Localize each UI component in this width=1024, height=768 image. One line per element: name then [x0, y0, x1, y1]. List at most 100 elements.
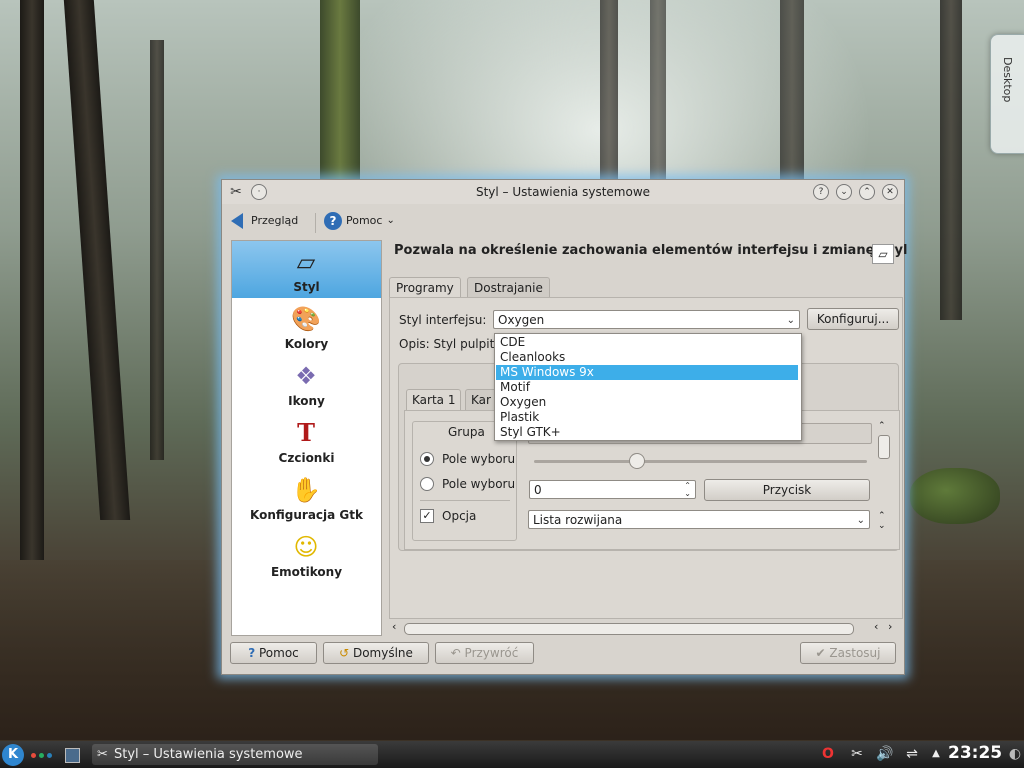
scissors-icon[interactable]: ✂	[848, 745, 866, 763]
style-description: Opis: Styl pulpit	[399, 337, 495, 351]
preview-vertical-scrollbar[interactable]: ⌃ ⌃ ⌄	[876, 421, 890, 533]
chevron-down-icon[interactable]: ⌄	[878, 521, 886, 531]
activity-dot-icon[interactable]	[31, 753, 36, 758]
chevron-left-icon[interactable]: ‹	[392, 620, 396, 633]
scrollbar-thumb[interactable]	[878, 435, 890, 459]
sidebar-item-fonts[interactable]: T Czcionki	[232, 412, 381, 469]
widget-style-value: Oxygen	[498, 313, 545, 327]
apply-button-label: Zastosuj	[829, 646, 881, 660]
category-sidebar: ▱ Styl 🎨 Kolory ❖ Ikony T Czcionki ✋ Kon…	[231, 240, 382, 636]
toolbar-separator	[315, 213, 316, 233]
dropdown-option-cleanlooks[interactable]: Cleanlooks	[496, 350, 798, 365]
chevron-left-icon[interactable]: ‹	[874, 620, 878, 633]
chevron-right-icon[interactable]: ›	[888, 620, 892, 633]
preview-combo[interactable]: Lista rozwijana ⌄	[528, 510, 870, 529]
show-desktop-icon[interactable]	[65, 748, 80, 763]
reset-button[interactable]: ↶ Przywróć	[435, 642, 534, 664]
dropdown-option-oxygen[interactable]: Oxygen	[496, 395, 798, 410]
task-title: Styl – Ustawienia systemowe	[114, 747, 303, 762]
sidebar-item-gtk[interactable]: ✋ Konfiguracja Gtk	[232, 469, 381, 526]
minimize-button[interactable]: ⌄	[836, 184, 852, 200]
chevron-up-icon[interactable]: ⌃	[878, 511, 886, 521]
dropdown-option-motif[interactable]: Motif	[496, 380, 798, 395]
application-launcher-icon[interactable]: K	[2, 744, 24, 766]
widget-style-combo[interactable]: Oxygen ⌄	[493, 310, 800, 329]
maximize-button[interactable]: ⌃	[859, 184, 875, 200]
chevron-up-icon[interactable]: ▲	[930, 745, 942, 763]
chevron-up-icon[interactable]: ⌃	[878, 421, 886, 431]
scrollbar-thumb[interactable]	[404, 623, 854, 635]
activity-dot-icon[interactable]	[47, 753, 52, 758]
wallpaper-rock	[910, 468, 1000, 524]
sidebar-item-colors[interactable]: 🎨 Kolory	[232, 298, 381, 355]
group-divider	[420, 500, 510, 501]
tab-label: Karta 1	[412, 393, 456, 407]
spinbox-value: 0	[534, 483, 542, 497]
settings-window: ✂ · Styl – Ustawienia systemowe ? ⌄ ⌃ ✕ …	[221, 179, 907, 675]
icons-icon: ❖	[295, 362, 317, 390]
window-titlebar[interactable]: ✂ · Styl – Ustawienia systemowe ? ⌄ ⌃ ✕	[222, 180, 904, 204]
checkmark-icon: ✔	[815, 646, 826, 660]
sidebar-item-label: Konfiguracja Gtk	[250, 508, 363, 522]
volume-icon[interactable]: 🔊	[874, 745, 896, 763]
horizontal-scrollbar[interactable]: ‹ ‹ ›	[392, 620, 900, 635]
spin-arrows-icon[interactable]: ⌃ ⌄	[684, 482, 691, 498]
taskbar: K ✂ Styl – Ustawienia systemowe O ✂ 🔊 ⇌ …	[0, 741, 1024, 768]
smiley-icon: ☺	[293, 533, 319, 561]
sidebar-item-icons[interactable]: ❖ Ikony	[232, 355, 381, 412]
back-arrow-icon	[231, 213, 243, 229]
preview-radio-1[interactable]	[420, 452, 434, 466]
wallpaper-tree	[940, 0, 962, 320]
fonts-icon: T	[297, 418, 315, 447]
opera-icon[interactable]: O	[820, 745, 836, 763]
clock[interactable]: 23:25	[948, 743, 1002, 763]
preview-combo-value: Lista rozwijana	[533, 513, 623, 527]
group-title: Grupa	[448, 425, 485, 439]
context-help-button[interactable]: ?	[813, 184, 829, 200]
tab-fine-tuning[interactable]: Dostrajanie	[467, 277, 550, 299]
sidebar-item-style[interactable]: ▱ Styl	[232, 241, 381, 298]
dropdown-option-plastik[interactable]: Plastik	[496, 410, 798, 425]
wallpaper-tree	[20, 0, 44, 560]
tab-label: Dostrajanie	[474, 281, 543, 295]
style-brush-icon: ▱	[296, 248, 316, 276]
network-icon[interactable]: ⇌	[902, 745, 922, 763]
undo-icon: ↺	[339, 646, 350, 660]
help-button-label: Pomoc	[259, 646, 299, 660]
overview-button[interactable]: Przegląd	[231, 210, 298, 232]
preview-slider-track[interactable]	[534, 460, 867, 463]
dropdown-option-gtk[interactable]: Styl GTK+	[496, 425, 798, 440]
configure-button[interactable]: Konfiguruj...	[807, 308, 899, 330]
wallpaper-tree	[63, 0, 131, 520]
chevron-down-icon: ⌄	[386, 215, 395, 226]
reset-icon: ↶	[450, 646, 461, 660]
defaults-button-label: Domyślne	[352, 646, 413, 660]
preview-checkbox[interactable]: ✓	[420, 509, 434, 523]
help-book-icon: ?	[248, 646, 256, 660]
help-menu-button[interactable]: ? Pomoc ⌄	[324, 210, 395, 232]
preview-button[interactable]: Przycisk	[704, 479, 870, 501]
help-icon: ?	[324, 212, 342, 230]
window-title: Styl – Ustawienia systemowe	[475, 185, 651, 199]
tools-icon: ✂	[97, 747, 108, 762]
defaults-button[interactable]: ↺ Domyślne	[323, 642, 429, 664]
help-button[interactable]: ? Pomoc	[230, 642, 317, 664]
dropdown-option-cde[interactable]: CDE	[496, 335, 798, 350]
activity-dot-icon[interactable]	[39, 753, 44, 758]
preview-spinbox[interactable]: 0 ⌃ ⌄	[529, 480, 696, 499]
preview-slider-handle[interactable]	[629, 453, 645, 469]
tab-preview-1[interactable]: Karta 1	[406, 389, 462, 411]
sidebar-item-emoticons[interactable]: ☺ Emotikony	[232, 526, 381, 583]
tab-preview-2[interactable]: Kar	[465, 389, 497, 411]
dropdown-option-ms-windows-9x[interactable]: MS Windows 9x	[496, 365, 798, 380]
colors-palette-icon: 🎨	[291, 305, 321, 333]
wallpaper-tree	[650, 0, 666, 200]
taskbar-task-system-settings[interactable]: ✂ Styl – Ustawienia systemowe	[92, 744, 378, 765]
preview-radio-2[interactable]	[420, 477, 434, 491]
apply-button[interactable]: ✔ Zastosuj	[800, 642, 896, 664]
cashew-icon[interactable]: ◐	[1008, 745, 1022, 763]
widget-style-dropdown-list: CDE Cleanlooks MS Windows 9x Motif Oxyge…	[494, 333, 802, 441]
sidebar-item-label: Emotikony	[270, 565, 343, 579]
close-button[interactable]: ✕	[882, 184, 898, 200]
desktop-panel-tab[interactable]: Desktop	[990, 34, 1024, 154]
